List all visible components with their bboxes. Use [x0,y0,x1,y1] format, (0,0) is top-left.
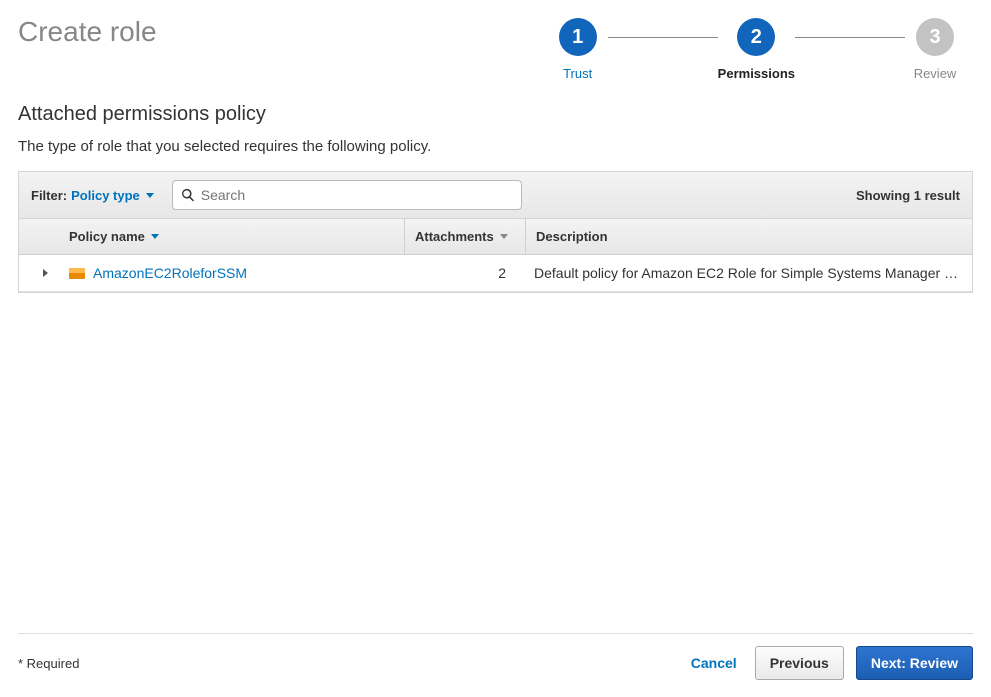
footer-actions: Cancel Previous Next: Review [691,646,973,680]
step-label: Trust [548,66,608,81]
policy-panel: Filter: Policy type Showing 1 result Pol… [18,171,973,293]
col-expand [19,219,59,254]
sort-caret-icon [500,234,508,239]
col-header-name[interactable]: Policy name [59,219,404,254]
col-header-attachments[interactable]: Attachments [405,219,525,254]
sort-caret-icon [151,234,159,239]
page-title: Create role [18,16,157,48]
next-review-button[interactable]: Next: Review [856,646,973,680]
previous-button[interactable]: Previous [755,646,844,680]
search-input[interactable] [172,180,522,210]
required-note: * Required [18,656,79,671]
step-label: Permissions [718,66,795,81]
search-wrapper [172,180,522,210]
col-header-name-text: Policy name [69,229,145,244]
search-icon [181,188,195,202]
results-count: Showing 1 result [856,188,960,203]
step-number: 1 [559,18,597,56]
step-number: 3 [916,18,954,56]
wizard-step-permissions: 2 Permissions [718,18,795,81]
chevron-down-icon [146,193,154,198]
step-number: 2 [737,18,775,56]
row-expand[interactable] [19,259,59,287]
cancel-button[interactable]: Cancel [691,655,737,671]
table-row: AmazonEC2RoleforSSM 2 Default policy for… [19,255,972,292]
step-label: Review [905,66,965,81]
wizard-steps: 1 Trust 2 Permissions 3 Review [548,18,965,81]
policy-box-icon [69,265,85,281]
table-header: Policy name Attachments Description [19,219,972,255]
caret-right-icon [43,269,48,277]
filter-label: Filter: [31,188,67,203]
filter-dropdown[interactable]: Policy type [71,188,154,203]
row-description: Default policy for Amazon EC2 Role for S… [524,255,972,291]
col-header-description[interactable]: Description [526,219,972,254]
policy-link[interactable]: AmazonEC2RoleforSSM [93,265,247,281]
row-attachments: 2 [404,255,524,291]
wizard-step-review: 3 Review [905,18,965,81]
section-title: Attached permissions policy [18,103,973,126]
step-connector [608,37,718,38]
step-connector [795,37,905,38]
row-policy-name-cell: AmazonEC2RoleforSSM [59,255,404,291]
footer-bar: * Required Cancel Previous Next: Review [18,633,973,680]
policy-toolbar: Filter: Policy type Showing 1 result [19,172,972,219]
col-header-attachments-text: Attachments [415,229,494,244]
section-description: The type of role that you selected requi… [18,138,973,155]
wizard-step-trust[interactable]: 1 Trust [548,18,608,81]
filter-value: Policy type [71,188,140,203]
